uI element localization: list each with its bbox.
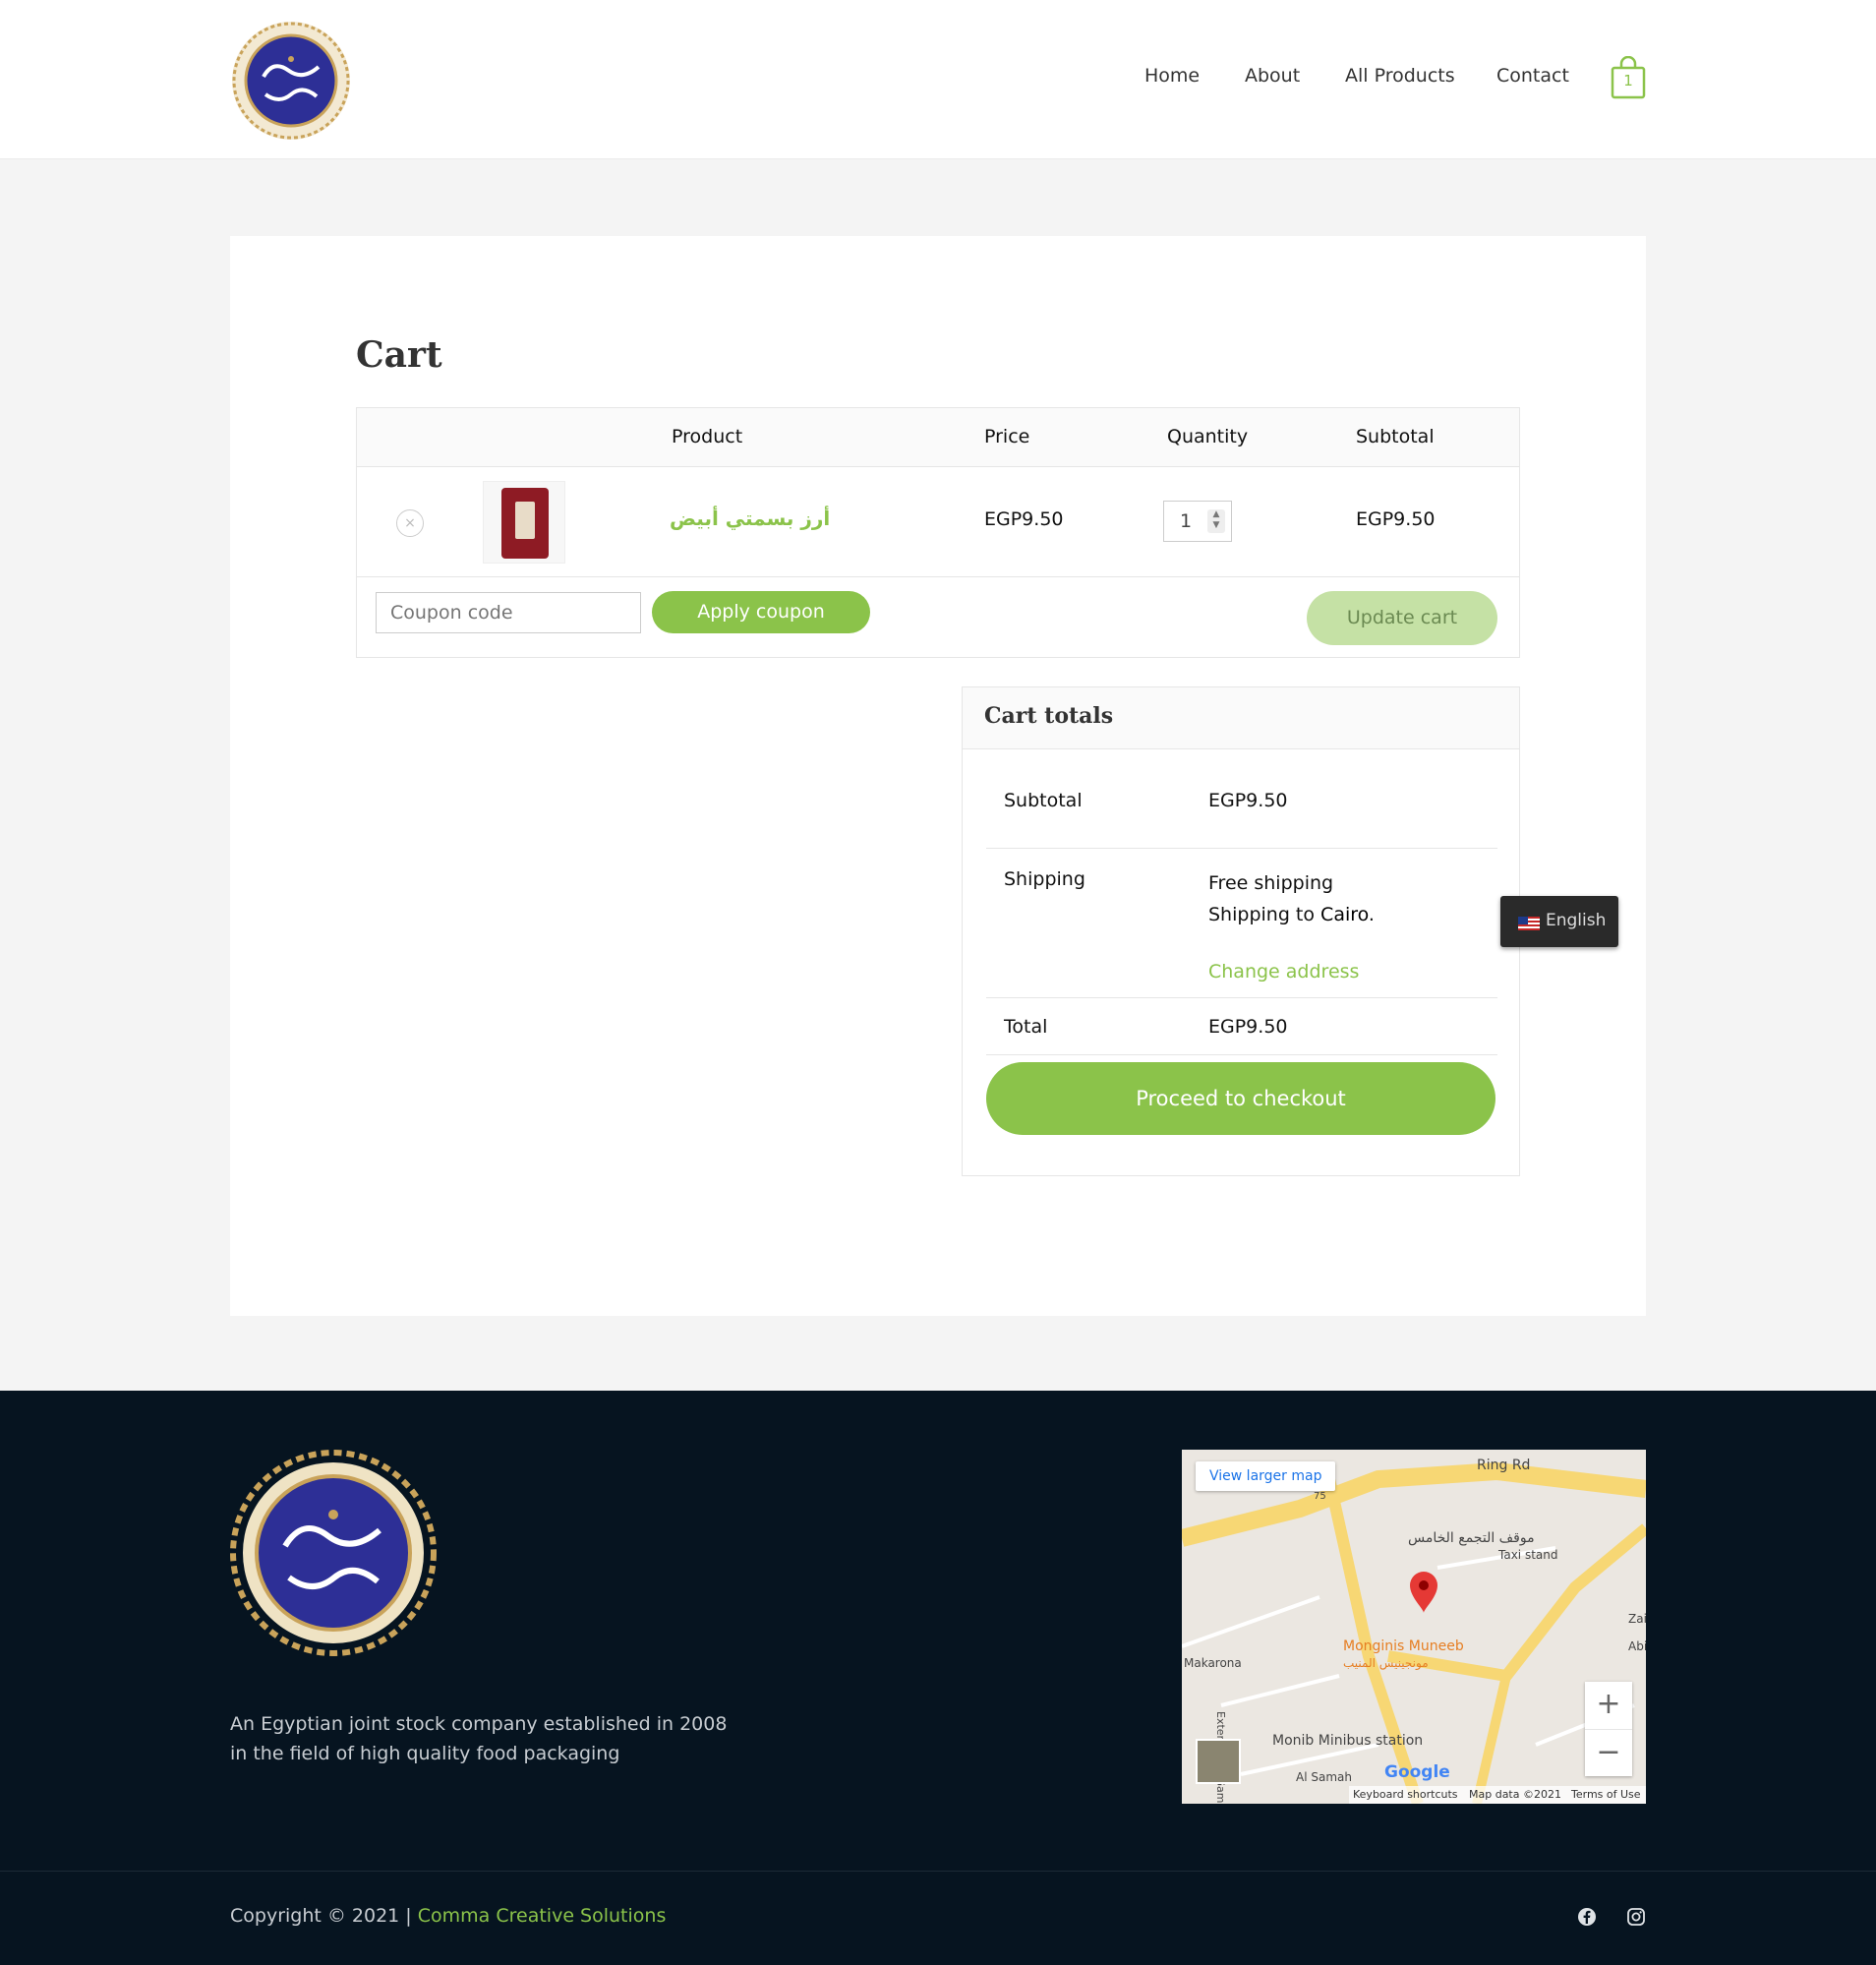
terms-of-use-link[interactable]: Terms of Use xyxy=(1571,1788,1641,1801)
cart-actions: Apply coupon Update cart xyxy=(357,577,1519,658)
footer-logo[interactable] xyxy=(230,1450,437,1656)
apply-coupon-button[interactable]: Apply coupon xyxy=(652,591,870,633)
spinner-icon[interactable]: ▲ ▼ xyxy=(1207,509,1225,533)
product-subtotal: EGP9.50 xyxy=(1356,508,1436,530)
agency-link[interactable]: Comma Creative Solutions xyxy=(418,1905,667,1927)
footer-bottom-bar: Copyright © 2021 | Comma Creative Soluti… xyxy=(0,1871,1876,1965)
shipping-method: Free shipping xyxy=(1208,872,1334,894)
shipping-to-prefix: Shipping to xyxy=(1208,904,1315,925)
map-label: Zai xyxy=(1628,1612,1646,1626)
cart-table-header: Product Price Quantity Subtotal xyxy=(357,408,1519,467)
map-label: Makarona xyxy=(1184,1656,1242,1670)
nav-about[interactable]: About xyxy=(1245,65,1300,87)
cart-totals: Cart totals Subtotal EGP9.50 Shipping Fr… xyxy=(962,686,1520,1176)
cart-button[interactable]: 1 xyxy=(1611,55,1646,100)
totals-row-total: Total EGP9.50 xyxy=(986,998,1497,1055)
remove-icon[interactable]: × xyxy=(396,509,424,537)
cart-totals-header: Cart totals xyxy=(963,687,1519,749)
map-roads xyxy=(1182,1450,1646,1804)
shipping-city: Cairo xyxy=(1320,904,1369,925)
subtotal-label: Subtotal xyxy=(1004,790,1083,811)
site-header: Home About All Products Contact 1 xyxy=(0,0,1876,159)
zoom-out-button[interactable]: − xyxy=(1585,1729,1632,1776)
change-address-link[interactable]: Change address xyxy=(1208,961,1359,982)
col-subtotal: Subtotal xyxy=(1356,426,1435,447)
map-zoom-controls: + − xyxy=(1585,1682,1632,1776)
map-data-label: Map data ©2021 xyxy=(1469,1788,1561,1801)
site-footer: An Egyptian joint stock company establis… xyxy=(0,1391,1876,1965)
col-price: Price xyxy=(984,426,1030,447)
quantity-stepper[interactable]: 1 ▲ ▼ xyxy=(1163,501,1232,542)
shipping-label: Shipping xyxy=(1004,868,1085,890)
map-label: Monib Minibus station xyxy=(1272,1733,1424,1749)
product-link[interactable]: أرز بسمتي أبيض xyxy=(670,506,830,530)
map-label: مونجينيس المنيب xyxy=(1343,1656,1429,1670)
cart-table: Product Price Quantity Subtotal × أرز بس… xyxy=(356,407,1520,658)
subtotal-value: EGP9.50 xyxy=(1208,790,1288,811)
zoom-in-button[interactable]: + xyxy=(1585,1682,1632,1729)
footer-about-text: An Egyptian joint stock company establis… xyxy=(230,1713,728,1764)
totals-row-subtotal: Subtotal EGP9.50 xyxy=(986,770,1497,849)
total-label: Total xyxy=(1004,1016,1048,1038)
col-quantity: Quantity xyxy=(1167,426,1249,447)
nav-all-products[interactable]: All Products xyxy=(1345,65,1455,87)
nav-contact[interactable]: Contact xyxy=(1496,65,1569,87)
page-title: Cart xyxy=(356,334,442,376)
nav-home[interactable]: Home xyxy=(1144,65,1200,87)
instagram-icon[interactable] xyxy=(1626,1907,1646,1927)
map-label: موقف التجمع الخامس xyxy=(1408,1530,1535,1546)
proceed-to-checkout-button[interactable]: Proceed to checkout xyxy=(986,1062,1495,1135)
keyboard-shortcuts-link[interactable]: Keyboard shortcuts xyxy=(1353,1788,1458,1801)
totals-row-shipping: Shipping Free shipping Shipping to Cairo… xyxy=(986,849,1497,998)
total-value: EGP9.50 xyxy=(1208,1016,1288,1038)
table-row: × أرز بسمتي أبيض EGP9.50 1 ▲ ▼ EGP9.50 xyxy=(357,467,1519,577)
product-thumbnail[interactable] xyxy=(483,481,565,564)
coupon-input[interactable] xyxy=(376,592,641,633)
shipping-destination: Shipping to Cairo. xyxy=(1208,904,1375,925)
cart-count: 1 xyxy=(1623,72,1633,89)
map-label: Monginis Muneeb xyxy=(1343,1638,1464,1654)
google-logo: Google xyxy=(1384,1762,1450,1782)
col-product: Product xyxy=(672,426,743,447)
view-larger-map-link[interactable]: View larger map xyxy=(1196,1461,1336,1491)
update-cart-button[interactable]: Update cart xyxy=(1307,591,1497,645)
map-label: Al Samah xyxy=(1296,1770,1352,1784)
map-label: 75 xyxy=(1314,1491,1326,1502)
map-attribution: Keyboard shortcuts Map data ©2021 Terms … xyxy=(1349,1786,1646,1804)
main-nav: Home About All Products Contact xyxy=(0,65,1876,94)
map-label: Ring Rd xyxy=(1477,1458,1531,1473)
map-embed[interactable]: View larger map Ring Rd موقف التجمع الخا… xyxy=(1182,1450,1646,1804)
map-label: Taxi stand xyxy=(1498,1548,1558,1562)
language-switcher[interactable]: English xyxy=(1500,896,1618,947)
facebook-icon[interactable] xyxy=(1577,1907,1597,1927)
flag-us-icon xyxy=(1518,917,1540,930)
product-price: EGP9.50 xyxy=(984,508,1064,530)
cart-totals-title: Cart totals xyxy=(984,703,1114,729)
map-label: Abi xyxy=(1628,1639,1646,1653)
cart-page: Cart Product Price Quantity Subtotal × أ… xyxy=(230,236,1646,1316)
copyright-text: Copyright © 2021 | xyxy=(230,1905,412,1927)
copyright: Copyright © 2021 | Comma Creative Soluti… xyxy=(230,1905,666,1927)
quantity-value: 1 xyxy=(1180,510,1193,532)
language-label: English xyxy=(1546,911,1607,930)
satellite-toggle[interactable] xyxy=(1196,1739,1241,1784)
